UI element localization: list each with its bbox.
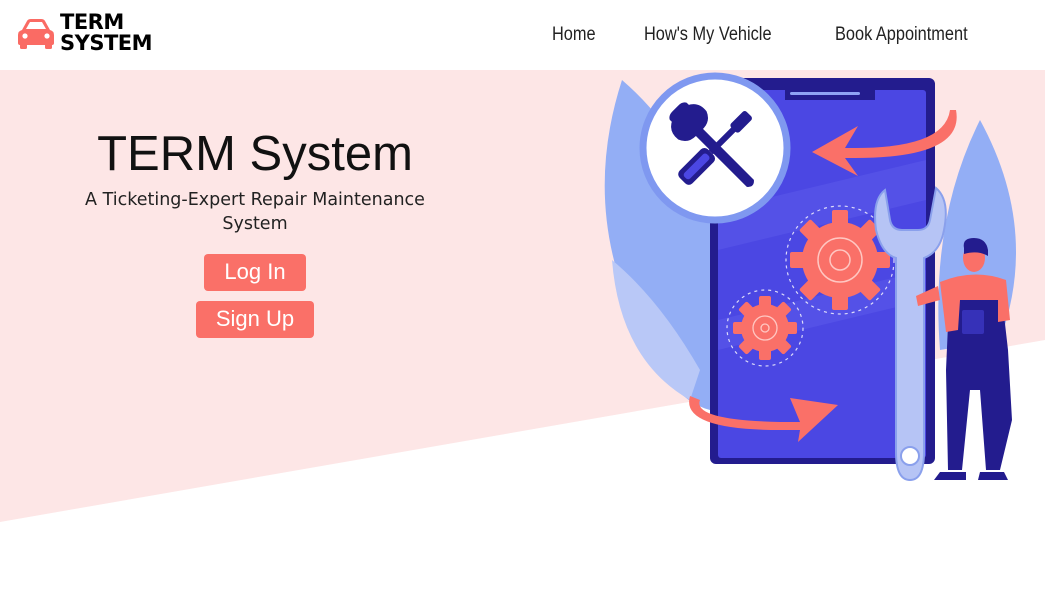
- site-header: TERM SYSTEM Home How's My Vehicle Book A…: [0, 0, 1045, 70]
- mechanic-repair-illustration: [604, 72, 1016, 482]
- brand-name: TERM SYSTEM: [60, 10, 153, 55]
- nav-hows-my-vehicle[interactable]: How's My Vehicle: [644, 24, 772, 46]
- main-nav: Home How's My Vehicle Book Appointment: [552, 24, 989, 46]
- hero-section: TERM System A Ticketing-Expert Repair Ma…: [60, 124, 450, 338]
- brand-logo[interactable]: TERM SYSTEM: [16, 10, 153, 56]
- car-icon: [18, 19, 54, 49]
- hero-subtitle: A Ticketing-Expert Repair Maintenance Sy…: [85, 190, 425, 234]
- hero-title: TERM System: [97, 127, 413, 181]
- nav-book-appointment[interactable]: Book Appointment: [835, 24, 968, 46]
- login-button[interactable]: Log In: [204, 254, 306, 291]
- signup-button[interactable]: Sign Up: [195, 301, 315, 338]
- brand-line2: SYSTEM: [60, 31, 153, 55]
- nav-home[interactable]: Home: [552, 24, 596, 46]
- brand-line1: TERM: [60, 10, 124, 34]
